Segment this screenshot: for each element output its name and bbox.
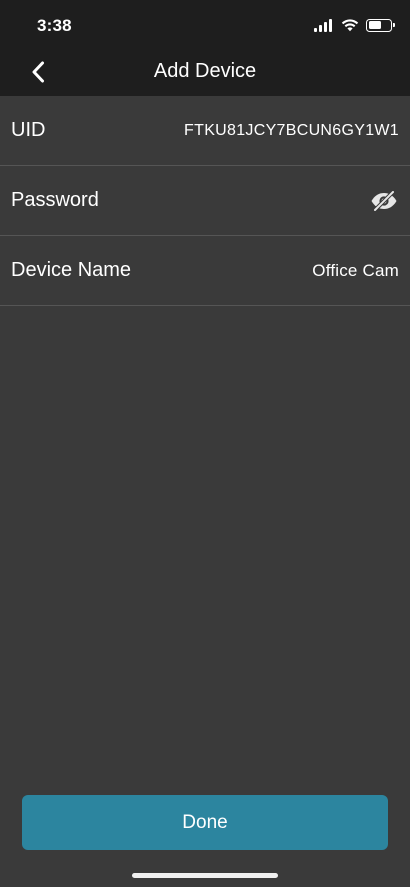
status-icons — [314, 17, 395, 33]
password-row[interactable]: Password — [0, 166, 410, 236]
signal-icon — [314, 18, 334, 32]
device-name-row[interactable]: Device Name Office Cam — [0, 236, 410, 306]
device-form: UID FTKU81JCY7BCUN6GY1W1 Password Device… — [0, 96, 410, 306]
password-label: Password — [11, 189, 99, 211]
password-visibility-toggle[interactable] — [369, 189, 399, 213]
status-time: 3:38 — [37, 16, 72, 35]
uid-field[interactable]: FTKU81JCY7BCUN6GY1W1 — [184, 122, 399, 140]
page-title: Add Device — [153, 60, 257, 82]
status-bar: 3:38 — [0, 0, 410, 48]
eye-slash-icon — [371, 190, 397, 211]
home-indicator — [132, 873, 278, 878]
wifi-icon — [341, 19, 359, 32]
done-button[interactable]: Done — [22, 795, 388, 850]
uid-row[interactable]: UID FTKU81JCY7BCUN6GY1W1 — [0, 96, 410, 166]
add-device-screen: 3:38 Add Device UID FTKU81JCY7BCUN6GY1W1… — [0, 0, 410, 887]
nav-bar: Add Device — [0, 48, 410, 96]
uid-label: UID — [11, 119, 46, 141]
device-name-field[interactable]: Office Cam — [312, 261, 399, 281]
device-name-label: Device Name — [11, 259, 132, 281]
battery-fill — [368, 21, 382, 29]
battery-icon — [366, 18, 395, 32]
